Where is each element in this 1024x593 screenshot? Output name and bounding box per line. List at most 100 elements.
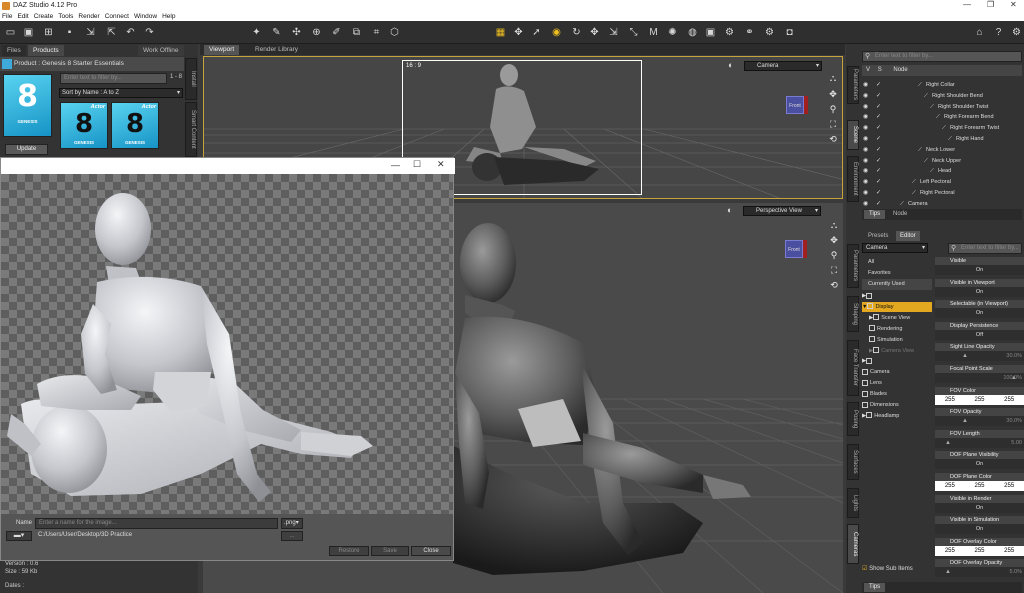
select-icon[interactable]: ✓ (876, 80, 881, 91)
zoom-icon[interactable]: ⚲ (826, 104, 840, 115)
tab-products[interactable]: Products (28, 45, 64, 56)
orbit-icon[interactable]: ⛬ (826, 73, 840, 84)
property-group-item[interactable]: Dimensions (862, 400, 932, 411)
toggle-value[interactable]: On (935, 524, 1024, 535)
color-field[interactable]: 255 255 255 (935, 394, 1024, 405)
eye-icon[interactable]: ◉ (863, 112, 868, 123)
help-icon[interactable]: ? (992, 26, 1005, 39)
menu-help[interactable]: Help (162, 13, 175, 20)
figure-icon[interactable]: M (647, 26, 660, 39)
tab-viewport[interactable]: Viewport (204, 45, 240, 55)
menu-window[interactable]: Window (134, 13, 157, 20)
tab-face-transfer[interactable]: Face Transfer (847, 340, 859, 396)
slider-handle-icon[interactable]: ▲ (962, 418, 968, 424)
scene-node-row[interactable]: ◉ ✓ ⟋ Camera (846, 199, 1024, 210)
tab-smart-content[interactable]: Smart Content (185, 102, 197, 157)
filter-currently-used[interactable]: Currently Used (862, 279, 932, 290)
filter-all[interactable]: All (862, 257, 932, 268)
tab-tips[interactable]: Tips (864, 210, 886, 219)
menu-connect[interactable]: Connect (105, 13, 129, 20)
property-group-item[interactable]: Rendering (862, 324, 932, 335)
maximize-icon[interactable]: ❐ (987, 0, 994, 9)
tab-posing[interactable]: Posing (847, 402, 859, 436)
property-group-item[interactable]: ▶ Headlamp (862, 411, 932, 422)
select-icon[interactable]: ✓ (876, 156, 881, 167)
scene-node-row[interactable]: ◉ ✓ ⟋ Neck Upper (846, 156, 1024, 167)
eye-icon[interactable]: ◉ (863, 80, 868, 91)
slider-track[interactable]: ▲ 5.00 (935, 437, 1024, 448)
group-checkbox[interactable] (869, 325, 875, 332)
merge-icon[interactable]: ⊞ (42, 26, 55, 39)
color-g[interactable]: 255 (965, 546, 995, 556)
pose-tool-icon[interactable]: ▦ (494, 26, 507, 39)
surface-selection-icon[interactable]: ✐ (330, 26, 343, 39)
render-icon[interactable]: ◘ (783, 26, 796, 39)
scale-icon[interactable]: ⇲ (607, 26, 620, 39)
checkbox-checked-icon[interactable]: ☑ (862, 566, 867, 572)
camera-tool-icon[interactable]: ▣ (704, 26, 717, 39)
browse-button[interactable]: ... (281, 531, 303, 541)
toggle-value[interactable]: On (935, 286, 1024, 297)
frame-icon[interactable]: ⛶ (826, 119, 840, 130)
eye-icon[interactable]: ◉ (863, 166, 868, 177)
reset-icon[interactable]: ⟲ (827, 280, 841, 291)
camera-select[interactable]: Perspective View ▾ (743, 206, 821, 216)
viewport-options-icon[interactable]: ◐ (727, 205, 732, 215)
scene-node-row[interactable]: ◉ ✓ ⟋ Head (846, 166, 1024, 177)
minimize-icon[interactable]: — (391, 160, 400, 170)
toggle-value[interactable]: On (935, 308, 1024, 319)
select-icon[interactable]: ✓ (876, 102, 881, 113)
tab-node[interactable]: Node (888, 210, 912, 219)
filter-favorites[interactable]: Favorites (862, 268, 932, 279)
orbit-icon[interactable]: ⛬ (827, 220, 841, 231)
minimize-icon[interactable]: — (963, 0, 971, 9)
group-checkbox[interactable] (867, 303, 874, 310)
camera-select[interactable]: Camera ▾ (744, 61, 822, 71)
group-checkbox[interactable] (862, 390, 868, 397)
new-scene-icon[interactable]: ▭ (4, 26, 17, 39)
select-icon[interactable]: ✓ (876, 145, 881, 156)
column-visible[interactable]: V (866, 67, 870, 73)
slider-track[interactable]: ▲ 5.0% (935, 567, 1024, 578)
group-checkbox[interactable] (862, 379, 868, 386)
open-icon[interactable]: ▣ (22, 26, 35, 39)
column-node[interactable]: Node (893, 67, 907, 73)
show-sub-items[interactable]: ☑ Show Sub Items (862, 565, 913, 572)
eye-icon[interactable]: ◉ (863, 188, 868, 199)
menu-render[interactable]: Render (78, 13, 99, 20)
column-selectable[interactable]: S (878, 67, 882, 73)
select-icon[interactable]: ✓ (876, 123, 881, 134)
color-b[interactable]: 255 (994, 395, 1024, 405)
eye-icon[interactable]: ◉ (863, 177, 868, 188)
group-checkbox[interactable] (873, 347, 880, 354)
view-cube[interactable]: Front (781, 236, 807, 262)
restore-button[interactable]: Restore (329, 546, 369, 556)
toggle-value[interactable]: Off (935, 329, 1024, 340)
group-checkbox[interactable] (873, 314, 880, 321)
scene-node-row[interactable]: ◉ ✓ ⟋ Right Collar (846, 80, 1024, 91)
tab-parameters-2[interactable]: Parameters (847, 244, 859, 288)
eye-icon[interactable]: ◉ (863, 123, 868, 134)
group-checkbox[interactable] (866, 357, 873, 364)
property-group-item[interactable]: Lens (862, 378, 932, 389)
update-button[interactable]: Update (5, 144, 48, 155)
eye-icon[interactable]: ◉ (863, 102, 868, 113)
select-icon[interactable]: ✓ (876, 134, 881, 145)
region-nav-icon[interactable]: ⊕ (310, 26, 323, 39)
toggle-value[interactable]: On (935, 459, 1024, 470)
tab-presets[interactable]: Presets (864, 231, 892, 241)
color-field[interactable]: 255 255 255 (935, 545, 1024, 556)
pan-icon[interactable]: ✥ (826, 89, 840, 100)
home-icon[interactable]: ⌂ (973, 26, 986, 39)
folder-dropdown[interactable]: ▬▾ (6, 531, 32, 541)
scene-filter-input[interactable]: Enter text to filter by... (862, 51, 1022, 62)
save-as-icon[interactable]: ⇲ (84, 26, 97, 39)
tab-shaping[interactable]: Shaping (847, 296, 859, 332)
maximize-icon[interactable]: ☐ (413, 159, 421, 170)
frame-icon[interactable]: ⛶ (827, 265, 841, 276)
eye-icon[interactable]: ◉ (863, 199, 868, 210)
color-r[interactable]: 255 (935, 395, 965, 405)
transform-icon[interactable]: ⤡ (627, 26, 640, 39)
aim-icon[interactable]: ◍ (686, 26, 699, 39)
work-offline-button[interactable]: Work Offline (138, 45, 184, 56)
